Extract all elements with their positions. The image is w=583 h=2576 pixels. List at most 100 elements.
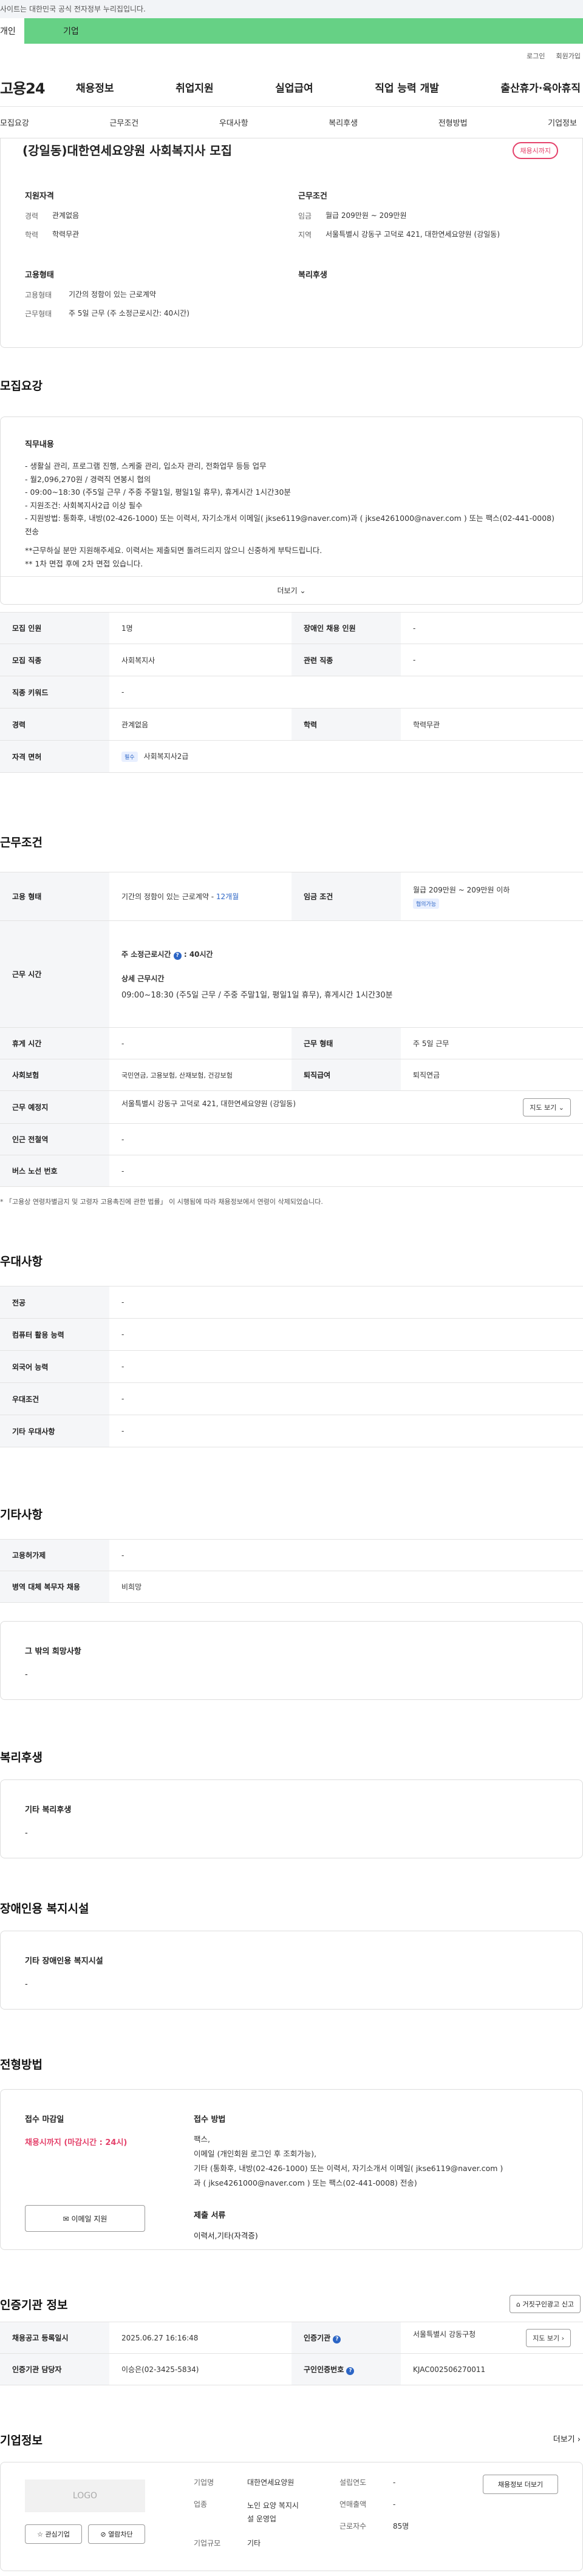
desc-line — [25, 538, 558, 544]
cert-id-label: 구인인증번호 — [304, 2365, 344, 2374]
map-view-button[interactable]: 지도 보기 ⌄ — [523, 1098, 571, 1116]
place-value: 서울특별시 강동구 고덕로 421, 대한연세요양원 (강일동) — [121, 1099, 296, 1108]
company-jobs-button[interactable]: 채용정보 더보기 — [483, 2475, 558, 2494]
disabled-section-title: 장애인용 복지시설 — [0, 1902, 89, 1915]
info-icon[interactable]: ? — [173, 951, 182, 960]
anchor-conditions[interactable]: 근무조건 — [109, 117, 138, 128]
table-row: 모집 인원 1명 장애인 채용 인원 - — [0, 612, 583, 644]
detail-hours-value: 09:00~18:30 (주5일 근무 / 주중 주말1일, 평일1일 휴무),… — [121, 990, 393, 1000]
more-button[interactable]: 더보기 ⌄ — [1, 576, 582, 604]
cell-label: 외국어 능력 — [0, 1350, 109, 1383]
weekly-hours: 주 소정근로시간 ? : 40시간 — [121, 949, 571, 960]
cert-map-button[interactable]: 지도 보기 › — [526, 2328, 571, 2347]
qualification-heading: 지원자격 — [25, 192, 54, 201]
anchor-welfare[interactable]: 복리후생 — [329, 117, 358, 128]
company-sales-row: 연매출액 - — [339, 2499, 395, 2509]
wage-label: 임금 — [298, 212, 312, 220]
company-staff-value: 85명 — [393, 2522, 409, 2530]
cell-value: 국민연금, 고용보험, 산재보험, 건강보험 — [109, 1059, 292, 1091]
cell-value: - — [109, 1318, 583, 1351]
gnb-item-jobs[interactable]: 채용정보 — [76, 80, 114, 95]
method-line: 이메일 (개인회원 로그인 후 조회가능), — [194, 2149, 317, 2158]
block-view-label: 열람차단 — [108, 2530, 133, 2538]
cell-label: 장애인 채용 인원 — [292, 612, 401, 644]
anchor-company[interactable]: 기업정보 — [548, 117, 577, 128]
license-cell: 필수 사회복지사2급 — [109, 740, 583, 773]
table-row: 인근 전철역 - — [0, 1123, 583, 1155]
gnb-item-leave[interactable]: 출산휴가·육아휴직 — [500, 80, 581, 95]
favorite-company-button[interactable]: ☆ 관심기업 — [25, 2524, 82, 2544]
cell-label: 근무 형태 — [292, 1027, 401, 1059]
login-link[interactable]: 로그인 — [527, 51, 545, 61]
more-label: 더보기 — [277, 586, 298, 595]
method-line: 기타 (통화후, 내방(02-426-1000) 또는 이력서, 자기소개서 이… — [194, 2164, 503, 2173]
tab-person[interactable]: 개인 — [0, 18, 24, 44]
anchor-apply[interactable]: 전형방법 — [438, 117, 468, 128]
site-logo[interactable]: 고용24 — [0, 76, 76, 98]
table-row: 컴퓨터 활용 능력 - — [0, 1318, 583, 1351]
table-row: 근무 시간 주 소정근로시간 ? : 40시간 상세 근무시간 09:00~18… — [0, 920, 583, 1028]
cell-label: 자격 면허 — [0, 740, 109, 773]
gnb-item-support[interactable]: 취업지원 — [176, 80, 214, 95]
chevron-right-icon: › — [561, 2334, 564, 2342]
weekly-hours-value: : 40시간 — [183, 950, 213, 959]
cert-map-label: 지도 보기 — [533, 2334, 560, 2342]
block-view-button[interactable]: ⊘ 열람차단 — [88, 2524, 145, 2544]
summary-conditions: 근무조건 임금 월급 209만원 ~ 209만원 지역 서울특별시 강동구 고덕로 … — [298, 189, 565, 249]
cell-label: 근무 예정지 — [0, 1090, 109, 1124]
company-biz-value: 노인 요양 복지시 설 운영업 — [247, 2499, 299, 2526]
cell-label: 관련 직종 — [292, 644, 401, 676]
table-row: 기타 우대사항 - — [0, 1415, 583, 1447]
company-founded-row: 설립연도 - — [339, 2477, 395, 2487]
table-row: 버스 노선 번호 - — [0, 1155, 583, 1187]
cert-section-title: 인증기관 정보 — [0, 2299, 68, 2312]
table-row: 휴게 시간 - 근무 형태 주 5일 근무 — [0, 1027, 583, 1059]
cell-label: 학력 — [292, 708, 401, 741]
table-row: 인증기관 담당자 이승은(02-3425-5834) 구인인증번호 ? KJAC… — [0, 2353, 583, 2385]
cell-label: 사회보험 — [0, 1059, 109, 1091]
company-more-link[interactable]: 더보기 › — [553, 2433, 581, 2444]
gnb-item-unemployment[interactable]: 실업급여 — [275, 80, 313, 95]
cell-value: - — [109, 1286, 583, 1319]
employ-type-value: 기간의 정함이 있는 근로계약 — [69, 290, 156, 299]
email-apply-button[interactable]: ✉ 이메일 지원 — [25, 2205, 145, 2232]
info-icon[interactable]: ? — [346, 2367, 355, 2375]
false-ad-report-button[interactable]: ⌂ 거짓구인광고 신고 — [510, 2295, 581, 2313]
welfare-section-title: 복리후생 — [0, 1751, 43, 1764]
global-nav: 고용24 채용정보 취업지원 실업급여 직업 능력 개발 출산휴가·육아휴직 — [0, 68, 583, 107]
job-summary-card: (강일동)대한연세요양원 사회복지사 모집 채용시까지 지원자격 경력 관계없음 … — [0, 138, 583, 348]
wage-cell: 월급 209만원 ~ 209만원 이하 협의가능 — [401, 872, 583, 921]
cell-label: 고용 형태 — [0, 872, 109, 921]
cell-label: 직종 키워드 — [0, 676, 109, 709]
report-icon: ⌂ — [516, 2300, 521, 2308]
anchor-preference[interactable]: 우대사항 — [219, 117, 248, 128]
company-biz-label: 업종 — [194, 2500, 208, 2509]
company-staff-row: 근로자수 85명 — [339, 2521, 409, 2531]
anchor-recruit[interactable]: 모집요강 — [0, 117, 29, 128]
cell-value: 학력무관 — [401, 708, 583, 741]
gnb-menu: 채용정보 취업지원 실업급여 직업 능력 개발 출산휴가·육아휴직 — [76, 80, 583, 95]
desc-line: - 생활실 관리, 프로그램 진행, 스케줄 관리, 입소자 관리, 전화업무 … — [25, 461, 267, 471]
table-row: 모집 직종 사회복지사 관련 직종 - — [0, 644, 583, 676]
gov-banner: 사이트는 대한민국 공식 전자정부 누리집입니다. — [0, 0, 583, 18]
status-badge: 채용시까지 — [513, 142, 558, 159]
job-desc-text: - 생활실 관리, 프로그램 진행, 스케줄 관리, 입소자 관리, 전화업무 … — [25, 460, 558, 570]
employment-heading: 고용형태 — [25, 271, 54, 280]
false-ad-report-label: 거짓구인광고 신고 — [522, 2300, 574, 2308]
cell-label: 경력 — [0, 708, 109, 741]
cell-label: 임금 조건 — [292, 872, 401, 921]
table-row: 자격 면허 필수 사회복지사2급 — [0, 740, 583, 773]
company-section-title: 기업정보 — [0, 2434, 43, 2447]
info-icon[interactable]: ? — [333, 2335, 341, 2343]
tab-corp[interactable]: 기업 — [24, 18, 583, 44]
detail-hours-heading: 상세 근무시간 — [121, 974, 165, 983]
chevron-down-icon: ⌄ — [558, 1103, 564, 1112]
company-size-value: 기타 — [247, 2539, 261, 2547]
region-value: 서울특별시 강동구 고덕로 421, 대한연세요양원 (강일동) — [326, 230, 500, 239]
company-sales-value: - — [393, 2500, 396, 2509]
gnb-item-training[interactable]: 직업 능력 개발 — [375, 80, 439, 95]
welfare-card: 기타 복리후생 - — [0, 1779, 583, 1858]
join-link[interactable]: 회원가입 — [556, 51, 581, 61]
preference-table: 전공 - 컴퓨터 활용 능력 - 외국어 능력 - 우대조건 - 기타 우대사항 - — [0, 1286, 583, 1447]
company-founded-label: 설립연도 — [339, 2478, 367, 2487]
